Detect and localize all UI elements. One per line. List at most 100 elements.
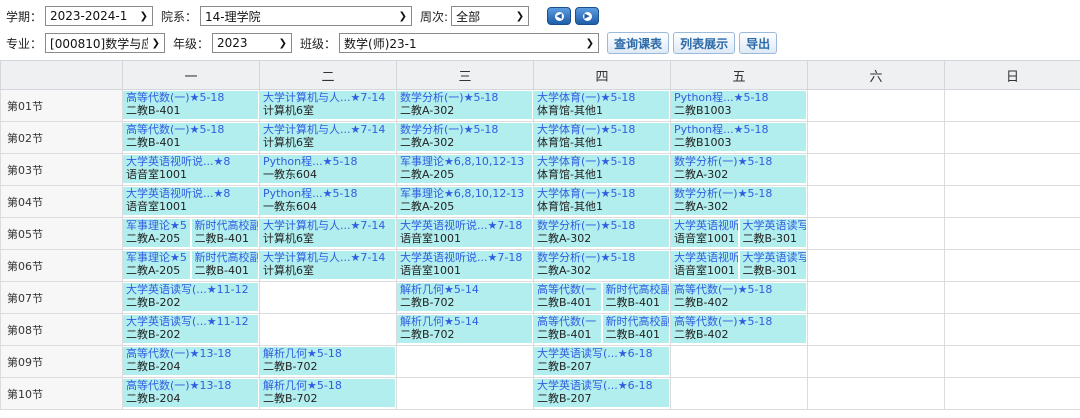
course-title-link[interactable]: 军事理论★6,8,10,12-13	[400, 155, 532, 168]
course-title-link[interactable]: 大学英语读写	[743, 219, 807, 232]
course-title-link[interactable]: 新时代高校副	[195, 219, 259, 232]
course-title-link[interactable]: Python程...★5-18	[263, 187, 395, 200]
course-title-link[interactable]: 大学英语视听	[674, 251, 738, 264]
course-entry[interactable]: 大学英语读写(...★6-18 二教B-207	[534, 379, 669, 407]
course-entry[interactable]: 大学英语读写(...★6-18 二教B-207	[534, 347, 669, 375]
course-title-link[interactable]: 军事理论★6,8,10,12-13	[400, 187, 532, 200]
course-title-link[interactable]: 大学英语读写(...★6-18	[537, 347, 669, 360]
course-title-link[interactable]: 军事理论★5	[126, 251, 190, 264]
major-select[interactable]: [000810]数学与应 ❯	[45, 33, 166, 53]
course-entry[interactable]: 数学分析(一)★5-18 二教A-302	[397, 91, 532, 119]
course-title-link[interactable]: 高等代数(一)★13-18	[126, 379, 258, 392]
course-title-link[interactable]: 高等代数(一)★5-18	[126, 123, 258, 136]
course-title-link[interactable]: 新时代高校副	[606, 315, 670, 328]
course-entry[interactable]: 军事理论★6,8,10,12-13 二教A-205	[397, 187, 532, 215]
course-title-link[interactable]: 大学英语读写(...★11-12	[126, 315, 258, 328]
course-title-link[interactable]: 大学体育(一)★5-18	[537, 123, 669, 136]
course-entry[interactable]: 大学英语视听说...★7-18 语音室1001	[397, 251, 532, 279]
course-entry[interactable]: 大学英语视听 语音室1001	[671, 251, 738, 279]
course-title-link[interactable]: 数学分析(一)★5-18	[537, 219, 669, 232]
course-entry[interactable]: 大学计算机与人...★7-14 计算机6室	[260, 251, 395, 279]
course-entry[interactable]: 大学英语读写(...★11-12 二教B-202	[123, 315, 258, 343]
course-entry[interactable]: 高等代数(一)★5-18 二教B-401	[123, 123, 258, 151]
course-title-link[interactable]: 高等代数(一	[537, 315, 601, 328]
course-title-link[interactable]: 解析几何★5-14	[400, 283, 532, 296]
course-title-link[interactable]: 大学英语读写(...★11-12	[126, 283, 258, 296]
course-title-link[interactable]: 军事理论★5	[126, 219, 190, 232]
course-title-link[interactable]: Python程...★5-18	[674, 123, 806, 136]
course-title-link[interactable]: 解析几何★5-14	[400, 315, 532, 328]
course-title-link[interactable]: 高等代数(一)★13-18	[126, 347, 258, 360]
course-entry[interactable]: 数学分析(一)★5-18 二教A-302	[534, 219, 669, 247]
course-entry[interactable]: 军事理论★5 二教A-205	[123, 219, 190, 247]
term-select[interactable]: 2023-2024-1 ❯	[45, 6, 154, 26]
course-entry[interactable]: 高等代数(一)★5-18 二教B-401	[123, 91, 258, 119]
class-select[interactable]: 数学(师)23-1 ❯	[339, 33, 600, 53]
course-entry[interactable]: 新时代高校副 二教B-401	[602, 283, 670, 311]
course-entry[interactable]: 大学体育(一)★5-18 体育馆-其他1	[534, 187, 669, 215]
week-select[interactable]: 全部 ❯	[451, 6, 530, 26]
course-title-link[interactable]: 数学分析(一)★5-18	[400, 91, 532, 104]
course-entry[interactable]: 数学分析(一)★5-18 二教A-302	[671, 155, 806, 183]
course-entry[interactable]: 高等代数(一 二教B-401	[534, 315, 601, 343]
course-entry[interactable]: 大学体育(一)★5-18 体育馆-其他1	[534, 91, 669, 119]
course-entry[interactable]: 大学英语读写(...★11-12 二教B-202	[123, 283, 258, 311]
prev-week-button[interactable]: ◀	[547, 7, 572, 25]
course-entry[interactable]: 军事理论★5 二教A-205	[123, 251, 190, 279]
course-entry[interactable]: 数学分析(一)★5-18 二教A-302	[671, 187, 806, 215]
course-entry[interactable]: 大学英语视听说...★7-18 语音室1001	[397, 219, 532, 247]
course-entry[interactable]: 高等代数(一)★13-18 二教B-204	[123, 379, 258, 407]
course-title-link[interactable]: 高等代数(一)★5-18	[126, 91, 258, 104]
course-entry[interactable]: 军事理论★6,8,10,12-13 二教A-205	[397, 155, 532, 183]
course-title-link[interactable]: 大学体育(一)★5-18	[537, 155, 669, 168]
course-entry[interactable]: 大学体育(一)★5-18 体育馆-其他1	[534, 123, 669, 151]
course-entry[interactable]: 解析几何★5-18 二教B-702	[260, 347, 395, 375]
course-entry[interactable]: 新时代高校副 二教B-401	[191, 251, 259, 279]
course-title-link[interactable]: 大学体育(一)★5-18	[537, 187, 669, 200]
course-title-link[interactable]: 数学分析(一)★5-18	[674, 155, 806, 168]
course-entry[interactable]: 高等代数(一)★13-18 二教B-204	[123, 347, 258, 375]
course-title-link[interactable]: 高等代数(一)★5-18	[674, 315, 806, 328]
course-entry[interactable]: 高等代数(一)★5-18 二教B-402	[671, 283, 806, 311]
course-title-link[interactable]: 数学分析(一)★5-18	[674, 187, 806, 200]
course-entry[interactable]: 大学英语视听说...★8 语音室1001	[123, 155, 258, 183]
next-week-button[interactable]: ▶	[575, 7, 600, 25]
course-title-link[interactable]: 大学英语视听说...★8	[126, 187, 258, 200]
course-entry[interactable]: Python程...★5-18 一教东604	[260, 187, 395, 215]
course-title-link[interactable]: 大学计算机与人...★7-14	[263, 123, 395, 136]
course-entry[interactable]: Python程...★5-18 一教东604	[260, 155, 395, 183]
course-entry[interactable]: 大学英语读写 二教B-301	[739, 219, 807, 247]
course-entry[interactable]: 大学英语读写 二教B-301	[739, 251, 807, 279]
course-title-link[interactable]: 大学英语视听	[674, 219, 738, 232]
course-entry[interactable]: 大学计算机与人...★7-14 计算机6室	[260, 91, 395, 119]
course-title-link[interactable]: 大学英语读写	[743, 251, 807, 264]
course-title-link[interactable]: 大学英语视听说...★7-18	[400, 219, 532, 232]
course-title-link[interactable]: 数学分析(一)★5-18	[537, 251, 669, 264]
course-title-link[interactable]: 高等代数(一	[537, 283, 601, 296]
course-title-link[interactable]: Python程...★5-18	[263, 155, 395, 168]
course-title-link[interactable]: 大学体育(一)★5-18	[537, 91, 669, 104]
course-title-link[interactable]: 大学计算机与人...★7-14	[263, 91, 395, 104]
course-entry[interactable]: 大学计算机与人...★7-14 计算机6室	[260, 219, 395, 247]
course-entry[interactable]: 新时代高校副 二教B-401	[602, 315, 670, 343]
course-entry[interactable]: 高等代数(一 二教B-401	[534, 283, 601, 311]
course-title-link[interactable]: 大学英语读写(...★6-18	[537, 379, 669, 392]
query-schedule-button[interactable]: 查询课表	[607, 32, 670, 54]
course-title-link[interactable]: 大学英语视听说...★8	[126, 155, 258, 168]
grade-select[interactable]: 2023 ❯	[212, 33, 293, 53]
export-button[interactable]: 导出	[739, 32, 778, 54]
course-entry[interactable]: 数学分析(一)★5-18 二教A-302	[534, 251, 669, 279]
course-title-link[interactable]: 新时代高校副	[606, 283, 670, 296]
course-title-link[interactable]: 大学计算机与人...★7-14	[263, 219, 395, 232]
course-entry[interactable]: 高等代数(一)★5-18 二教B-402	[671, 315, 806, 343]
course-title-link[interactable]: 新时代高校副	[195, 251, 259, 264]
course-title-link[interactable]: 解析几何★5-18	[263, 379, 395, 392]
course-entry[interactable]: 大学计算机与人...★7-14 计算机6室	[260, 123, 395, 151]
course-title-link[interactable]: 解析几何★5-18	[263, 347, 395, 360]
course-entry[interactable]: 大学英语视听说...★8 语音室1001	[123, 187, 258, 215]
course-entry[interactable]: 解析几何★5-14 二教B-702	[397, 283, 532, 311]
course-title-link[interactable]: 数学分析(一)★5-18	[400, 123, 532, 136]
course-entry[interactable]: 解析几何★5-14 二教B-702	[397, 315, 532, 343]
course-title-link[interactable]: Python程...★5-18	[674, 91, 806, 104]
course-entry[interactable]: Python程...★5-18 二教B1003	[671, 91, 806, 119]
